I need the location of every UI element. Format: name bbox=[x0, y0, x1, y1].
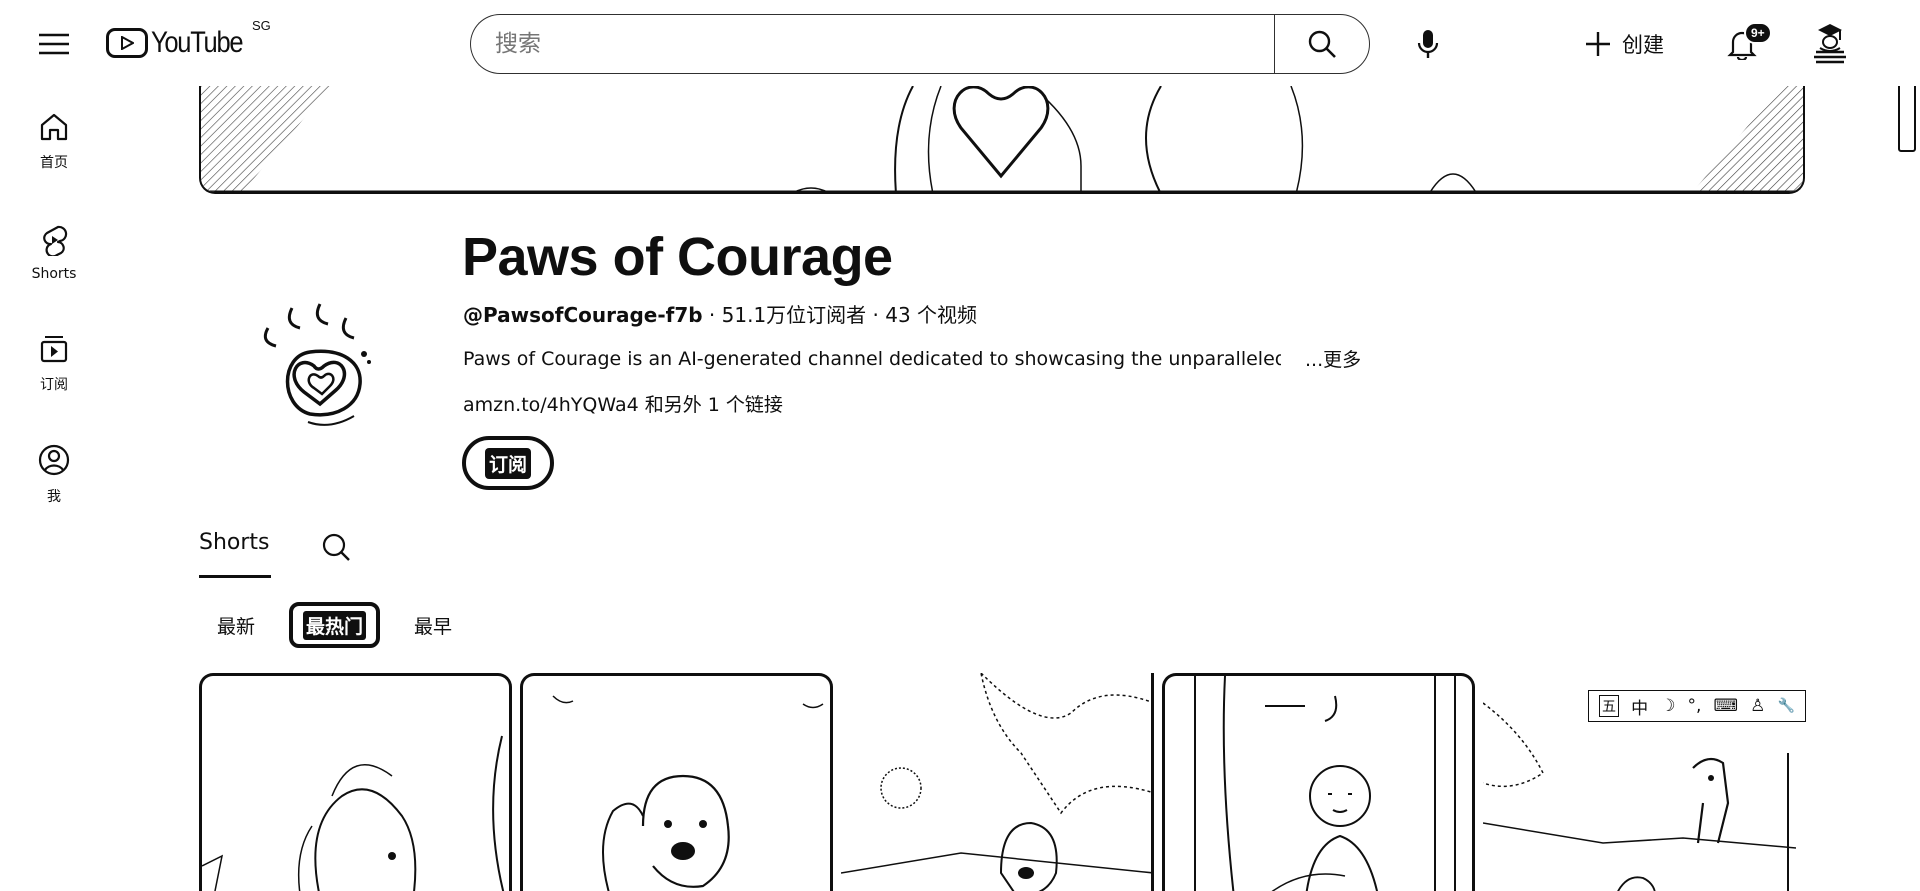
channel-meta: @PawsofCourage-f7b · 51.1万位订阅者 · 43 个视频 bbox=[463, 299, 977, 328]
menu-icon[interactable] bbox=[30, 24, 78, 64]
sidebar-item-you[interactable]: 我 bbox=[0, 419, 108, 530]
search-bar bbox=[470, 14, 1370, 74]
more-link[interactable]: ...更多 bbox=[1305, 345, 1361, 372]
thumbnail-image bbox=[202, 735, 505, 891]
sidebar-item-subscriptions[interactable]: 订阅 bbox=[0, 308, 108, 419]
channel-handle: @PawsofCourage-f7b bbox=[463, 303, 703, 327]
avatar-icon bbox=[1814, 24, 1846, 64]
sidebar-item-label: Shorts bbox=[31, 265, 77, 282]
ime-width-toggle[interactable]: ☽ bbox=[1660, 696, 1675, 716]
search-button[interactable] bbox=[1274, 14, 1370, 74]
logo-text: YouTube bbox=[151, 26, 244, 59]
sidebar: 首页 Shorts 订阅 我 bbox=[0, 86, 108, 530]
ime-skin-icon[interactable]: ♙ bbox=[1750, 696, 1765, 716]
description-text: Paws of Courage is an AI-generated chann… bbox=[463, 347, 1281, 370]
sidebar-item-label: 我 bbox=[47, 488, 61, 505]
chip-latest[interactable]: 最新 bbox=[199, 602, 273, 648]
sidebar-item-label: 首页 bbox=[40, 154, 68, 171]
home-icon bbox=[40, 113, 68, 140]
youtube-logo[interactable]: YouTube SG bbox=[106, 18, 271, 62]
sidebar-item-label: 订阅 bbox=[40, 376, 68, 393]
ime-settings-icon[interactable]: 🔧 bbox=[1777, 698, 1794, 714]
ime-keyboard-icon[interactable]: ⌨ bbox=[1714, 696, 1739, 716]
ime-mode-button[interactable]: 五 bbox=[1599, 695, 1620, 717]
voice-search-button[interactable] bbox=[1404, 20, 1452, 68]
account-avatar[interactable] bbox=[1806, 20, 1852, 66]
banner-image bbox=[201, 86, 1803, 192]
search-icon bbox=[1308, 30, 1336, 58]
channel-name: Paws of Courage bbox=[462, 227, 893, 287]
short-thumbnail[interactable] bbox=[199, 673, 512, 891]
play-logo-icon bbox=[106, 28, 148, 58]
channel-links[interactable]: amzn.to/4hYQWa4 和另外 1 个链接 bbox=[463, 390, 783, 417]
thumbnail-image bbox=[552, 695, 824, 891]
chip-popular[interactable]: 最热门 bbox=[289, 602, 381, 648]
shorts-icon bbox=[43, 225, 68, 256]
plus-icon bbox=[1586, 32, 1610, 56]
ime-language-toggle[interactable]: 中 bbox=[1631, 694, 1648, 719]
channel-stats: · 51.1万位订阅者 · 43 个视频 bbox=[702, 303, 978, 327]
subscribe-button[interactable]: 订阅 bbox=[462, 436, 554, 490]
short-thumbnail[interactable] bbox=[841, 673, 1154, 891]
top-bar: YouTube SG 创建 9+ bbox=[0, 0, 1920, 86]
channel-tabs: Shorts bbox=[199, 520, 353, 578]
chip-label: 最热门 bbox=[303, 610, 367, 640]
tab-shorts[interactable]: Shorts bbox=[199, 520, 271, 578]
short-thumbnail[interactable] bbox=[520, 673, 833, 891]
ime-toolbar: 五 中 ☽ °, ⌨ ♙ 🔧 bbox=[1588, 690, 1806, 722]
chip-oldest[interactable]: 最早 bbox=[396, 602, 470, 648]
short-thumbnail[interactable] bbox=[1162, 673, 1475, 891]
create-label: 创建 bbox=[1622, 33, 1664, 57]
create-button[interactable]: 创建 bbox=[1584, 22, 1664, 66]
search-icon bbox=[322, 533, 350, 561]
sidebar-item-home[interactable]: 首页 bbox=[0, 86, 108, 197]
thumbnail-image bbox=[841, 673, 1151, 891]
ime-punctuation-toggle[interactable]: °, bbox=[1688, 696, 1702, 716]
subscriptions-icon bbox=[40, 335, 68, 362]
sort-chips: 最新 最热门 最早 bbox=[199, 602, 470, 648]
subscribe-label: 订阅 bbox=[484, 447, 531, 479]
region-code: SG bbox=[252, 18, 271, 33]
sidebar-item-shorts[interactable]: Shorts bbox=[0, 197, 108, 308]
thumbnail-image bbox=[1194, 676, 1456, 891]
channel-description[interactable]: Paws of Courage is an AI-generated chann… bbox=[463, 345, 1361, 372]
search-input[interactable] bbox=[470, 14, 1274, 74]
microphone-icon bbox=[1417, 30, 1439, 58]
paw-heart-icon bbox=[263, 303, 371, 426]
channel-banner bbox=[199, 86, 1805, 194]
notification-badge: 9+ bbox=[1744, 22, 1772, 44]
account-icon bbox=[38, 444, 70, 475]
channel-search-button[interactable] bbox=[319, 530, 353, 564]
channel-avatar[interactable] bbox=[250, 296, 390, 436]
notifications-button[interactable]: 9+ bbox=[1718, 20, 1772, 68]
shorts-grid bbox=[199, 673, 1805, 891]
